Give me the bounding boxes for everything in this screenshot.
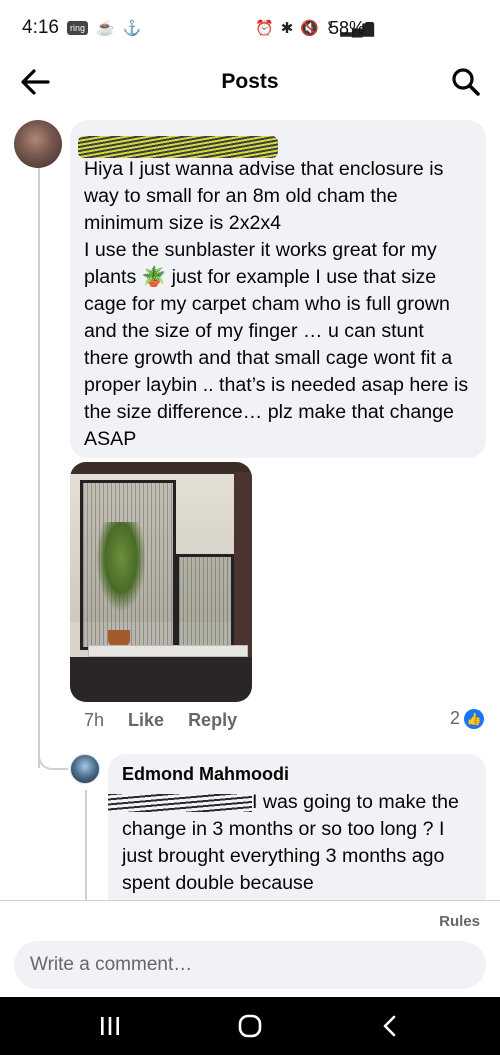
reply-avatar[interactable] bbox=[70, 754, 100, 784]
reply-bubble[interactable]: Edmond Mahmoodi I was going to make the … bbox=[108, 754, 486, 904]
reply-button[interactable]: Reply bbox=[188, 710, 237, 731]
photo-table bbox=[88, 645, 248, 657]
photo-ceiling bbox=[70, 462, 252, 474]
photo-floor bbox=[70, 657, 252, 702]
comment-input[interactable] bbox=[14, 941, 486, 989]
avatar[interactable] bbox=[14, 120, 62, 168]
status-bar: 4:16 ring ☕ ⚓ ⏰ ✱ 🔇 ⌇ ▂▄▆ 58% bbox=[0, 0, 500, 56]
chevron-left-icon bbox=[383, 1015, 396, 1037]
redacted-mention bbox=[108, 793, 252, 812]
comment-photo[interactable] bbox=[70, 462, 252, 702]
home-icon bbox=[238, 1014, 262, 1038]
arrow-left-icon bbox=[21, 69, 50, 95]
redacted-author-name bbox=[78, 130, 472, 158]
recent-apps-icon bbox=[101, 1017, 119, 1035]
page-title: Posts bbox=[221, 70, 279, 93]
comment-composer: Rules bbox=[0, 900, 500, 997]
reply-thread-line bbox=[85, 790, 87, 900]
thread-line bbox=[38, 165, 40, 768]
photo-plant bbox=[96, 522, 146, 612]
photo-small-cage bbox=[176, 554, 234, 650]
comment-text: Hiya I just wanna advise that enclosure … bbox=[84, 158, 469, 450]
redaction-scribble bbox=[78, 136, 278, 158]
like-button[interactable]: Like bbox=[128, 710, 164, 731]
recent-apps-button[interactable] bbox=[90, 1011, 130, 1041]
mute-icon: 🔇 bbox=[300, 20, 319, 37]
home-button[interactable] bbox=[230, 1011, 270, 1041]
ring-app-icon: ring bbox=[66, 21, 88, 35]
photo-pot bbox=[108, 630, 130, 646]
battery-icon bbox=[365, 22, 374, 36]
system-back-button[interactable] bbox=[370, 1011, 410, 1041]
battery-percent: 58% bbox=[329, 17, 366, 38]
reaction-summary[interactable]: 2 👍 bbox=[450, 708, 484, 729]
reaction-count: 2 bbox=[449, 708, 460, 728]
rules-link[interactable]: Rules bbox=[439, 913, 480, 930]
status-time: 4:16 bbox=[22, 17, 59, 38]
reply-text-block: I was going to make the change in 3 mont… bbox=[108, 789, 472, 897]
search-button[interactable] bbox=[450, 66, 482, 98]
notification-icon: ☕ bbox=[96, 20, 115, 37]
thumbs-up-icon: 👍 bbox=[464, 708, 484, 729]
comment-time: 7h bbox=[84, 710, 105, 730]
reply-author[interactable]: Edmond Mahmoodi bbox=[122, 764, 472, 785]
app-header: Posts bbox=[0, 56, 500, 108]
back-button[interactable] bbox=[18, 66, 52, 98]
notification-icon-2: ⚓ bbox=[122, 20, 142, 37]
system-nav-bar bbox=[0, 997, 500, 1055]
alarm-icon: ⏰ bbox=[255, 20, 274, 37]
search-icon bbox=[452, 68, 480, 96]
photo-doorframe bbox=[234, 472, 252, 657]
thread-connector bbox=[38, 740, 68, 770]
comment-actions: 7h Like Reply bbox=[84, 710, 237, 731]
bluetooth-icon: ✱ bbox=[280, 20, 294, 37]
comment-bubble[interactable]: Hiya I just wanna advise that enclosure … bbox=[70, 120, 486, 458]
